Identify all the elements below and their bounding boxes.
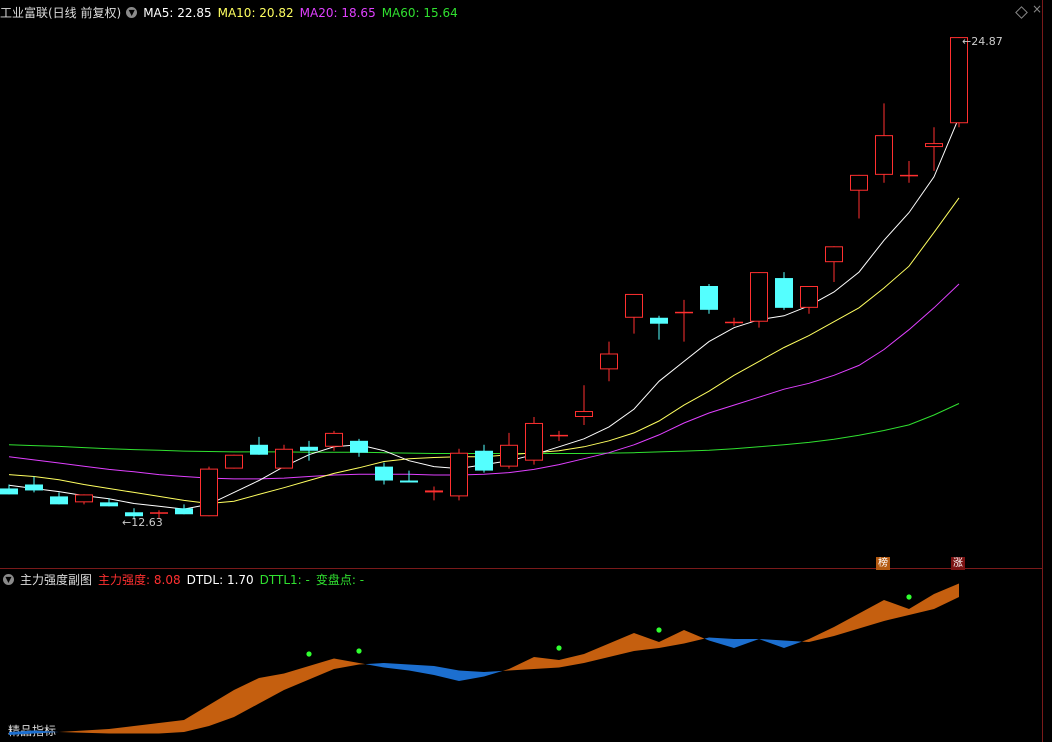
strength-band (159, 720, 184, 734)
strength-band (259, 673, 284, 704)
candle-body (875, 135, 893, 175)
strength-band (659, 630, 684, 648)
candle-body (225, 454, 243, 469)
candle-body (800, 286, 818, 308)
candle-body (650, 317, 668, 324)
candle-body (725, 321, 743, 324)
strength-band (784, 640, 802, 648)
candle-body (50, 496, 68, 505)
strength-band (584, 643, 609, 663)
strength-band (809, 627, 834, 642)
candle-body (175, 508, 193, 515)
candle-body (625, 293, 643, 318)
strength-band (559, 654, 584, 668)
candle-body (300, 446, 318, 451)
strength-band (84, 729, 109, 734)
strength-band (909, 594, 934, 615)
candle-body (475, 450, 493, 471)
strength-band (934, 583, 959, 609)
strength-band (509, 657, 534, 671)
strength-band (434, 666, 459, 681)
strength-band (284, 666, 309, 690)
strength-band (534, 657, 559, 669)
candle-body (525, 422, 543, 461)
max-price-label: ←24.87 (962, 35, 1003, 48)
candle-body (375, 466, 393, 481)
candle-body (500, 444, 518, 467)
candle-body (925, 143, 943, 148)
candle-body (275, 448, 293, 469)
strength-band (634, 633, 659, 651)
candle-body (900, 174, 918, 177)
strength-band (759, 639, 784, 648)
candle-body (75, 494, 93, 503)
candle-body (700, 286, 718, 310)
strength-band (209, 690, 234, 726)
strength-band (134, 723, 159, 734)
candle-body (825, 246, 843, 263)
strength-band (184, 705, 209, 732)
kline-chart[interactable]: ←24.87 ←12.63 (0, 0, 1042, 742)
candle-body (775, 278, 793, 308)
strength-band (309, 658, 334, 680)
strength-band (334, 658, 359, 669)
strength-band (34, 730, 59, 734)
candle-body (200, 468, 218, 517)
candle-body (25, 484, 43, 491)
candle-body (950, 37, 968, 124)
candle-body (425, 490, 443, 493)
candle-body (0, 488, 18, 495)
strength-band (859, 600, 884, 629)
candle-body (550, 434, 568, 437)
strength-band (484, 670, 503, 677)
signal-dot (906, 594, 912, 600)
signal-dot (356, 648, 362, 654)
candle-body (450, 452, 468, 497)
strength-band (459, 670, 484, 681)
min-price-label: ←12.63 (122, 516, 163, 529)
signal-dot (306, 651, 312, 657)
strength-band (684, 630, 705, 644)
strength-band (59, 730, 84, 733)
strength-band (409, 664, 434, 675)
candle-body (575, 411, 593, 417)
candle-body (350, 440, 368, 453)
candle-body (750, 272, 768, 322)
candle-body (400, 480, 418, 483)
strength-band (384, 663, 409, 671)
candle-body (675, 311, 693, 314)
strength-band (609, 633, 634, 657)
price-axis[interactable] (1042, 0, 1052, 742)
strength-band (365, 663, 384, 668)
candle-body (150, 512, 168, 514)
strength-band (704, 637, 709, 641)
candle-body (600, 353, 618, 370)
candle-body (325, 432, 343, 447)
candle-body (100, 502, 118, 507)
strength-band (234, 678, 259, 717)
strength-band (502, 669, 509, 671)
strength-band (359, 663, 366, 665)
strength-band (801, 639, 809, 642)
signal-dot (556, 645, 562, 651)
strength-band (109, 726, 134, 734)
strength-band (734, 639, 759, 648)
strength-band (834, 613, 859, 636)
strength-band (709, 637, 734, 648)
candle-body (250, 444, 268, 455)
strength-band (9, 730, 34, 735)
strength-band (884, 600, 909, 621)
signal-dot (656, 627, 662, 633)
candle-body (850, 174, 868, 191)
